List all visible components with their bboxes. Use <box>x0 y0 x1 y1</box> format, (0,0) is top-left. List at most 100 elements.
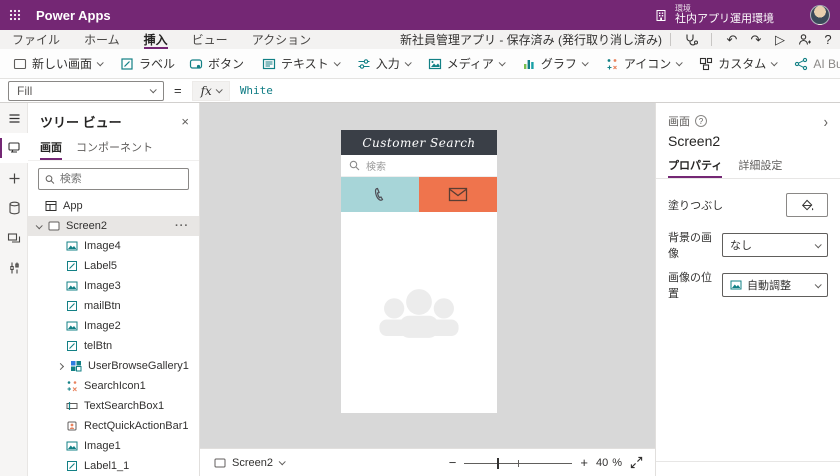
ribbon-custom[interactable]: カスタム <box>692 52 783 76</box>
tree-view-icon <box>7 141 21 155</box>
chevron-down-icon[interactable] <box>34 224 42 229</box>
gallery-icon <box>70 360 82 372</box>
tree-item-label: Image4 <box>84 240 121 252</box>
tree-view-title: ツリー ビュー <box>40 112 122 131</box>
tree-item-image2[interactable]: Image2 <box>28 316 199 336</box>
fx-button[interactable]: fx <box>192 81 230 101</box>
app-icon <box>45 200 57 212</box>
app-search-placeholder: 検索 <box>366 158 386 173</box>
close-icon[interactable]: × <box>181 115 189 128</box>
ribbon-new-screen[interactable]: 新しい画面 <box>6 52 109 76</box>
tree-item-image3[interactable]: Image3 <box>28 276 199 296</box>
tree-item-label5[interactable]: Label5 <box>28 256 199 276</box>
tree-item-app[interactable]: App <box>28 196 199 216</box>
label-icon <box>66 340 78 352</box>
tree-search-box[interactable] <box>38 168 189 190</box>
ribbon-label: アイコン <box>624 55 671 72</box>
tab-screens[interactable]: 画面 <box>40 139 62 160</box>
menu-home[interactable]: ホーム <box>72 30 132 49</box>
tree-item-mailbtn[interactable]: mailBtn <box>28 296 199 316</box>
image-position-select[interactable]: 自動調整 <box>722 273 828 297</box>
equals-sign: = <box>174 83 182 98</box>
preview-play-icon[interactable]: ▷ <box>768 30 792 49</box>
ribbon-button[interactable]: ボタン <box>182 52 251 76</box>
button-icon <box>189 57 203 71</box>
rail-media-icon[interactable] <box>0 223 28 253</box>
share-person-icon[interactable] <box>792 30 816 49</box>
fit-to-window-icon[interactable] <box>630 456 643 469</box>
zoom-in-icon[interactable]: + <box>580 455 588 470</box>
redo-icon[interactable]: ↷ <box>744 30 768 49</box>
menu-action[interactable]: アクション <box>240 30 323 49</box>
background-image-select[interactable]: なし <box>722 233 828 257</box>
rail-advanced-tools-icon[interactable] <box>0 253 28 283</box>
ribbon-label[interactable]: ラベル <box>113 52 182 76</box>
app-search-box[interactable]: 検索 <box>341 155 497 177</box>
tree-search-input[interactable] <box>60 173 182 185</box>
selected-type-label: 画面 <box>668 113 690 129</box>
app-checker-icon[interactable] <box>679 30 703 49</box>
more-options-icon[interactable]: ··· <box>175 220 189 232</box>
ribbon-ai-builder[interactable]: AI Builder <box>787 52 840 76</box>
screen-selector[interactable]: Screen2 <box>214 457 284 469</box>
expand-panel-icon[interactable]: › <box>824 112 828 130</box>
ribbon-media[interactable]: メディア <box>421 52 511 76</box>
menu-view[interactable]: ビュー <box>180 30 240 49</box>
tree-item-telbtn[interactable]: telBtn <box>28 336 199 356</box>
rail-insert-icon[interactable] <box>0 163 28 193</box>
tab-properties[interactable]: プロパティ <box>668 157 722 178</box>
tree-item-screen2[interactable]: Screen2 ··· <box>28 216 199 236</box>
environment-picker[interactable]: 環境 社内アプリ運用環境 <box>654 4 774 26</box>
background-image-value: なし <box>730 237 752 253</box>
rail-data-icon[interactable] <box>0 193 28 223</box>
tab-advanced[interactable]: 詳細設定 <box>738 157 782 178</box>
ribbon-text[interactable]: テキスト <box>255 52 346 76</box>
tree-item-label: App <box>63 200 83 212</box>
rail-tree-view-icon[interactable] <box>0 133 28 163</box>
tel-button[interactable] <box>341 177 419 212</box>
environment-text: 環境 社内アプリ運用環境 <box>675 4 774 26</box>
tree-item-label1-1[interactable]: Label1_1 <box>28 456 199 476</box>
waffle-icon[interactable] <box>0 0 30 30</box>
tree-item-userbrowsegallery1[interactable]: UserBrowseGallery1 <box>28 356 199 376</box>
rail-hamburger-icon[interactable] <box>0 103 28 133</box>
zoom-slider[interactable] <box>464 456 572 470</box>
ribbon-label: テキスト <box>281 55 329 72</box>
chevron-right-icon[interactable] <box>56 364 64 369</box>
paint-bucket-icon <box>801 199 814 212</box>
left-rail <box>0 103 28 476</box>
ribbon-chart[interactable]: グラフ <box>515 52 594 76</box>
screen-preview[interactable]: Customer Search 検索 <box>341 130 497 413</box>
environment-icon <box>654 8 668 22</box>
help-icon[interactable]: ? <box>816 30 840 49</box>
tab-components[interactable]: コンポーネント <box>76 139 153 160</box>
tree-item-rectquickactionbar1[interactable]: RectQuickActionBar1 <box>28 416 199 436</box>
environment-label: 環境 <box>675 4 774 13</box>
tree-item-image1[interactable]: Image1 <box>28 436 199 456</box>
tree-item-image4[interactable]: Image4 <box>28 236 199 256</box>
user-avatar[interactable] <box>810 5 830 25</box>
database-icon <box>8 201 21 215</box>
fill-color-button[interactable] <box>786 193 828 217</box>
zoom-slider-thumb[interactable] <box>497 458 499 469</box>
chevron-down-icon <box>97 59 104 66</box>
property-selector-value: Fill <box>17 84 32 98</box>
property-row-background-image: 背景の画像 なし <box>656 229 840 261</box>
help-circle-icon[interactable]: ? <box>695 115 707 127</box>
property-selector[interactable]: Fill <box>8 81 164 101</box>
zoom-out-icon[interactable]: − <box>449 455 457 470</box>
menu-insert[interactable]: 挿入 <box>132 30 180 49</box>
formula-input[interactable]: White <box>240 84 840 97</box>
mail-button[interactable] <box>419 177 497 212</box>
icon-component-icon <box>66 380 78 392</box>
image-icon <box>66 440 78 452</box>
main-area: ツリー ビュー × 画面 コンポーネント App Screen2 ··· <box>0 103 840 476</box>
ribbon-input[interactable]: 入力 <box>350 52 417 76</box>
menu-file[interactable]: ファイル <box>0 30 72 49</box>
undo-icon[interactable]: ↶ <box>720 30 744 49</box>
tree-item-textsearchbox1[interactable]: TextSearchBox1 <box>28 396 199 416</box>
input-icon <box>357 57 371 71</box>
ribbon-icons[interactable]: アイコン <box>598 52 688 76</box>
tree-item-searchicon1[interactable]: SearchIcon1 <box>28 376 199 396</box>
zoom-percent: 40 % <box>596 457 622 469</box>
